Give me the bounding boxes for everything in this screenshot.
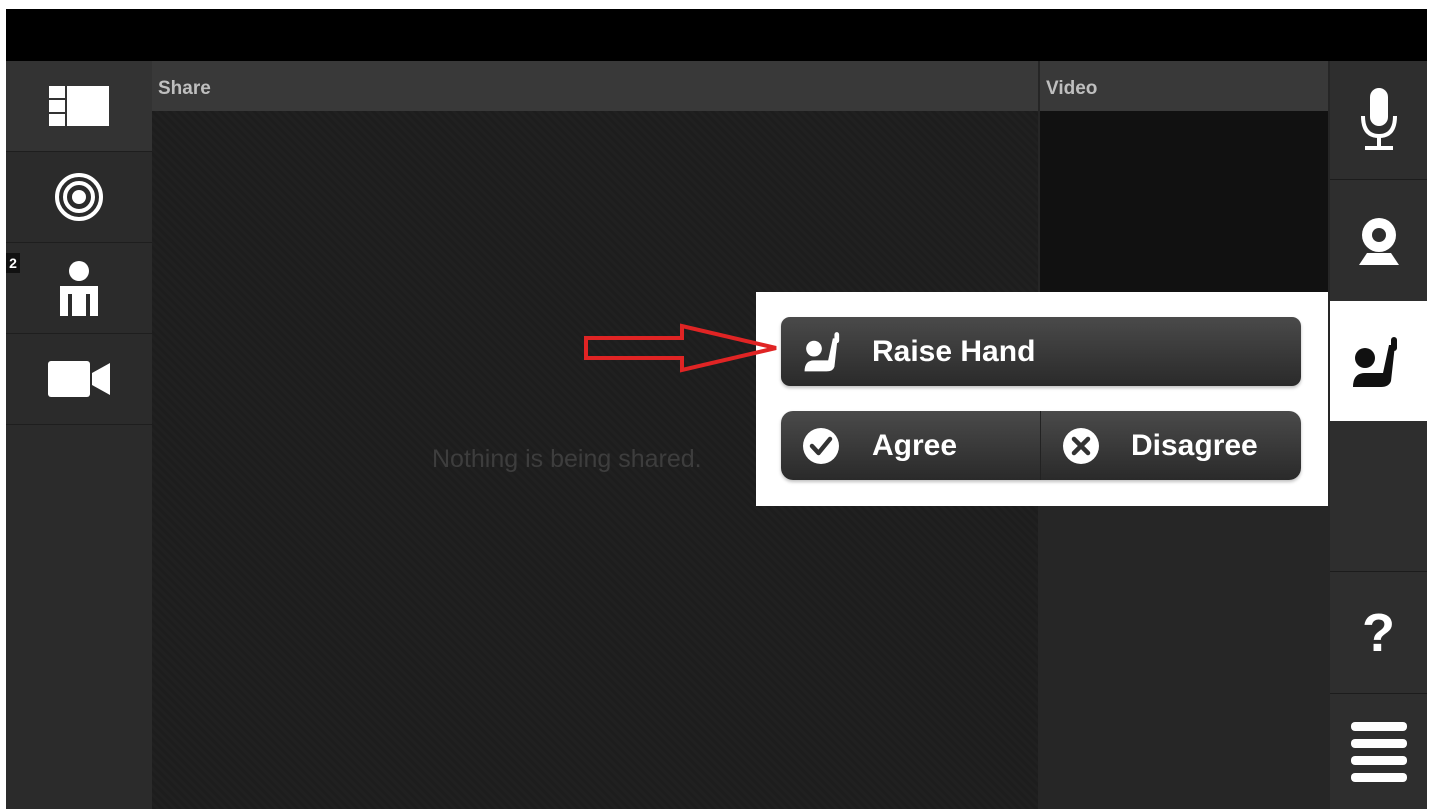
- microphone-icon: [1360, 88, 1397, 150]
- video-feed: [1040, 111, 1328, 301]
- microphone-button[interactable]: [1330, 61, 1427, 180]
- video-camera-icon: [6, 334, 152, 424]
- broadcast-icon: [6, 152, 152, 242]
- raise-hand-icon: [1352, 337, 1397, 387]
- disagree-label: Disagree: [1131, 429, 1258, 462]
- left-sidebar: 2: [6, 61, 152, 809]
- feedback-popover: Raise Hand Agree Disagree: [756, 292, 1328, 506]
- broadcast-button[interactable]: [6, 152, 152, 243]
- participants-icon: [6, 243, 152, 333]
- x-circle-icon: [1063, 428, 1099, 464]
- right-sidebar: ?: [1330, 61, 1427, 809]
- layout-button[interactable]: [6, 61, 152, 152]
- disagree-button[interactable]: Disagree: [1041, 411, 1301, 480]
- raise-hand-label: Raise Hand: [872, 335, 1036, 368]
- webcam-icon: [1358, 217, 1399, 265]
- raise-hand-toggle[interactable]: [1330, 301, 1427, 421]
- help-button[interactable]: ?: [1330, 572, 1427, 694]
- menu-icon: [1350, 721, 1407, 782]
- sidebar-spacer: [1330, 421, 1427, 572]
- check-circle-icon: [803, 428, 839, 464]
- annotation-arrow-icon: [584, 323, 777, 373]
- agree-label: Agree: [872, 429, 958, 462]
- share-header: Share: [152, 61, 1038, 111]
- menu-button[interactable]: [1330, 694, 1427, 809]
- empty-share-message: Nothing is being shared.: [432, 445, 702, 473]
- layout-icon: [6, 61, 152, 151]
- participants-button[interactable]: 2: [6, 243, 152, 334]
- agree-button[interactable]: Agree: [781, 411, 1040, 480]
- video-camera-button[interactable]: [6, 334, 152, 425]
- video-header: Video: [1040, 61, 1328, 111]
- help-icon: ?: [1362, 602, 1395, 663]
- top-bar: [6, 9, 1427, 61]
- vote-buttons: Agree Disagree: [781, 411, 1301, 480]
- raise-hand-icon: [804, 332, 840, 372]
- raise-hand-button[interactable]: Raise Hand: [781, 317, 1301, 386]
- webcam-button[interactable]: [1330, 180, 1427, 301]
